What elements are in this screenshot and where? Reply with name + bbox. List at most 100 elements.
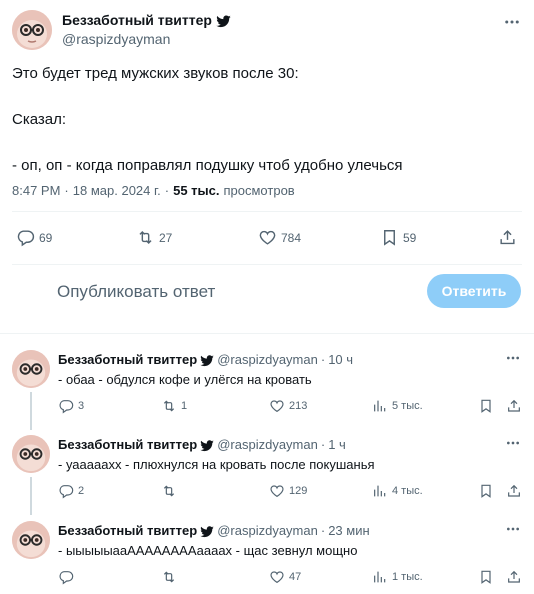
- author-name[interactable]: Беззаботный твиттер: [58, 437, 197, 452]
- tweet-text-line: Сказал:: [12, 111, 67, 128]
- meta-separator: ·: [320, 437, 326, 452]
- bookmark-icon: [384, 230, 395, 246]
- author-avatar[interactable]: [12, 350, 50, 388]
- retweet-icon: [139, 230, 152, 245]
- like-count: 784: [281, 230, 302, 245]
- tweet-date[interactable]: 18 мар. 2024 г.: [73, 183, 161, 198]
- views-button[interactable]: 1 тыс.: [372, 569, 423, 585]
- author-avatar[interactable]: [12, 521, 50, 559]
- reply-button[interactable]: 2: [58, 483, 84, 499]
- author-name[interactable]: Беззаботный твиттер: [58, 352, 197, 367]
- bookmark-icon: [481, 570, 491, 584]
- share-button[interactable]: [506, 483, 522, 499]
- reply-header: Беззаботный твиттер @raspizdyayman · 23 …: [58, 523, 370, 538]
- author-name-text[interactable]: Беззаботный твиттер: [62, 12, 212, 28]
- meta-separator: ·: [320, 523, 326, 538]
- thread-reply: Беззаботный твиттер @raspizdyayman · 10 …: [0, 340, 534, 430]
- share-button[interactable]: [506, 398, 522, 414]
- more-icon[interactable]: [503, 519, 523, 539]
- thread-connector: [30, 477, 32, 515]
- reply-time[interactable]: 23 мин: [328, 523, 369, 538]
- share-button[interactable]: [506, 569, 522, 585]
- thread-reply: Беззаботный твиттер @raspizdyayman · 23 …: [0, 511, 534, 594]
- author-name[interactable]: Беззаботный твиттер: [62, 12, 231, 28]
- like-count: 129: [289, 485, 308, 497]
- reply-input[interactable]: Опубликовать ответ: [57, 282, 215, 302]
- reply-count: 2: [78, 485, 85, 497]
- reply-submit-button[interactable]: Ответить: [427, 274, 521, 308]
- share-button[interactable]: [498, 228, 517, 247]
- views-button[interactable]: 4 тыс.: [372, 483, 423, 499]
- share-icon: [508, 484, 520, 497]
- retweet-icon: [163, 571, 175, 583]
- like-count: 47: [289, 571, 302, 583]
- author-handle[interactable]: @raspizdyayman: [62, 31, 170, 47]
- author-handle[interactable]: @raspizdyayman: [217, 437, 318, 452]
- retweet-button[interactable]: 1: [161, 398, 187, 414]
- meta-separator: ·: [164, 183, 170, 198]
- like-button[interactable]: 47: [269, 569, 301, 585]
- reply-button[interactable]: [58, 569, 78, 585]
- verified-badge-icon: [216, 13, 231, 28]
- bookmark-button[interactable]: 59: [380, 228, 416, 247]
- reply-button[interactable]: 69: [16, 228, 52, 247]
- like-button[interactable]: 784: [258, 228, 301, 247]
- bookmark-icon: [481, 484, 491, 498]
- verified-badge-icon: [200, 524, 214, 538]
- reply-actions: 2 129 4 тыс.: [58, 483, 524, 503]
- author-avatar[interactable]: [12, 435, 50, 473]
- like-button[interactable]: 213: [269, 398, 307, 414]
- retweet-button[interactable]: [161, 483, 181, 499]
- tweet-text-line: [12, 85, 512, 108]
- reply-button[interactable]: 3: [58, 398, 84, 414]
- bookmark-button[interactable]: [478, 483, 494, 499]
- share-icon: [508, 570, 520, 583]
- retweet-button[interactable]: [161, 569, 181, 585]
- tweet-text: Это будет тред мужских звуков после 30: …: [12, 62, 512, 177]
- reply-time[interactable]: 1 ч: [328, 437, 346, 452]
- divider: [12, 264, 522, 265]
- author-handle[interactable]: @raspizdyayman: [217, 352, 318, 367]
- bookmark-button[interactable]: [478, 398, 494, 414]
- reply-icon: [59, 400, 74, 414]
- reply-text: - уаааааxx - плюхнулся на кровать после …: [58, 457, 375, 472]
- share-icon: [508, 399, 520, 412]
- bookmark-button[interactable]: [478, 569, 494, 585]
- retweet-count: 27: [159, 230, 173, 245]
- author-avatar[interactable]: [12, 10, 52, 50]
- retweet-button[interactable]: 27: [136, 228, 172, 247]
- author-handle[interactable]: @raspizdyayman: [217, 523, 318, 538]
- tweet-meta: 8:47 PM · 18 мар. 2024 г. · 55 тыс. прос…: [12, 183, 295, 198]
- more-icon[interactable]: [503, 348, 523, 368]
- tweet-text-line: [12, 131, 512, 154]
- reply-time[interactable]: 10 ч: [328, 352, 353, 367]
- divider: [0, 333, 534, 334]
- reply-icon: [17, 230, 35, 247]
- author-name[interactable]: Беззаботный твиттер: [58, 523, 197, 538]
- heart-icon: [270, 571, 284, 584]
- views-count: 1 тыс.: [392, 571, 423, 583]
- tweet-text-line: - оп, оп - когда поправлял подушку чтоб …: [12, 157, 403, 174]
- views-count: 4 тыс.: [392, 485, 423, 497]
- reply-text: - ыыыыыааААААААААаааах - щас зевнул мощн…: [58, 543, 358, 558]
- like-button[interactable]: 129: [269, 483, 307, 499]
- reply-icon: [59, 485, 74, 499]
- heart-icon: [259, 230, 276, 245]
- heart-icon: [270, 400, 284, 413]
- main-tweet: Беззаботный твиттер @raspizdyayman Это б…: [0, 0, 534, 334]
- reply-header: Беззаботный твиттер @raspizdyayman · 10 …: [58, 352, 353, 367]
- more-icon[interactable]: [503, 433, 523, 453]
- more-icon[interactable]: [502, 12, 522, 32]
- divider: [12, 211, 522, 212]
- views-icon: [374, 571, 386, 583]
- reply-header: Беззаботный твиттер @raspizdyayman · 1 ч: [58, 437, 346, 452]
- thread-reply: Беззаботный твиттер @raspizdyayman · 1 ч…: [0, 425, 534, 515]
- tweet-actions: 69 27 784 59: [12, 224, 520, 252]
- bookmark-icon: [481, 399, 491, 413]
- bookmark-count: 59: [403, 230, 417, 245]
- views-button[interactable]: 5 тыс.: [372, 398, 423, 414]
- heart-icon: [270, 485, 284, 498]
- tweet-time[interactable]: 8:47 PM: [12, 183, 60, 198]
- retweet-icon: [163, 400, 175, 412]
- meta-separator: ·: [64, 183, 69, 198]
